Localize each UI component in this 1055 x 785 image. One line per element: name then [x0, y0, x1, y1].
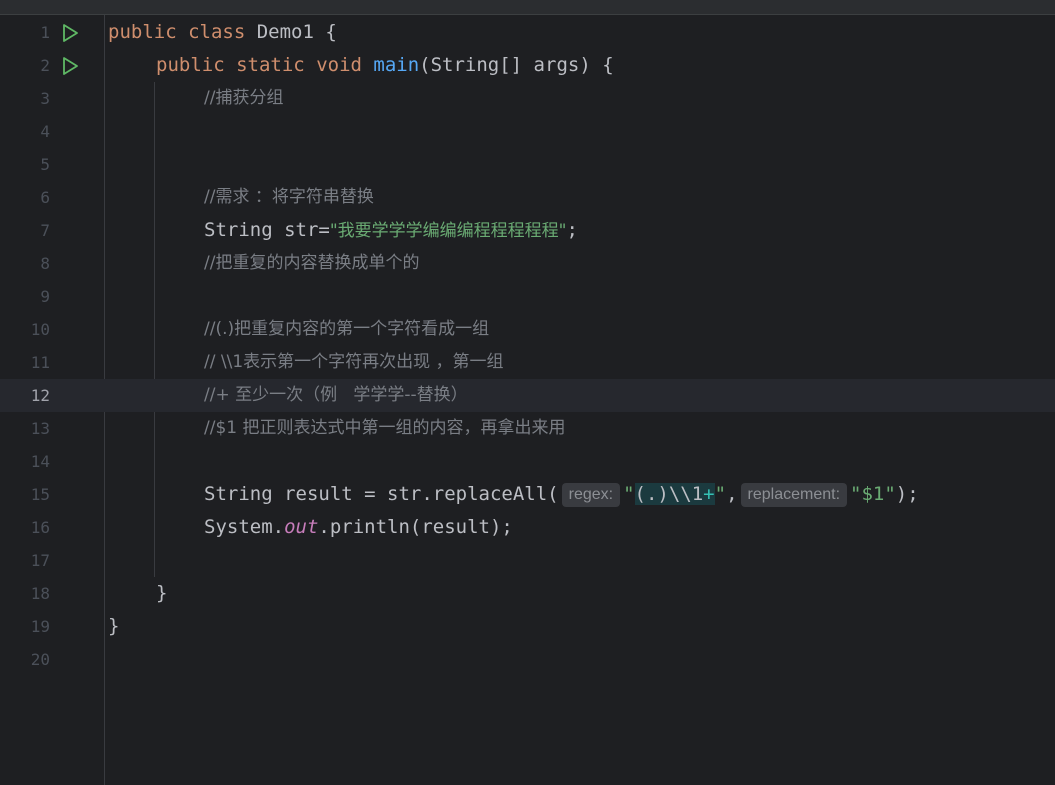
comment[interactable]: // \\1表示第一个字符再次出现 ，第一组: [204, 346, 504, 379]
editor-tab-bar: [0, 0, 1055, 15]
parameter-hint-regex: regex:: [561, 483, 621, 507]
line-number: 6: [40, 188, 50, 207]
parameter-hint-replacement: replacement:: [740, 483, 848, 507]
line-number: 9: [40, 287, 50, 306]
code-line-14[interactable]: 14: [0, 445, 1055, 478]
code-text[interactable]: public static void main(String[] args) {: [156, 49, 614, 82]
code-line-5[interactable]: 5: [0, 148, 1055, 181]
code-line-10[interactable]: 10 //(.)把重复内容的第一个字符看成一组: [0, 313, 1055, 346]
comment[interactable]: //把重复的内容替换成单个的: [204, 247, 419, 280]
code-line-19[interactable]: 19 }: [0, 610, 1055, 643]
line-number: 20: [30, 650, 50, 669]
comment[interactable]: //+ 至少一次（例 学学学--替换）: [204, 379, 468, 412]
line-number: 2: [40, 56, 50, 75]
line-number: 16: [30, 518, 50, 537]
code-text[interactable]: String result = str.replaceAll(regex: "(.…: [204, 478, 919, 511]
code-line-2[interactable]: 2 public static void main(String[] args)…: [0, 49, 1055, 82]
line-number: 12: [30, 386, 50, 405]
closing-brace[interactable]: }: [156, 577, 167, 610]
code-line-16[interactable]: 16 System.out.println(result);: [0, 511, 1055, 544]
line-number: 10: [30, 320, 50, 339]
code-line-6[interactable]: 6 //需求 ：将字符串替换: [0, 181, 1055, 214]
code-line-7[interactable]: 7 String str="我要学学学编编编程程程程程";: [0, 214, 1055, 247]
code-line-9[interactable]: 9: [0, 280, 1055, 313]
run-main-icon[interactable]: [60, 56, 80, 76]
code-line-20[interactable]: 20: [0, 643, 1055, 676]
code-line-4[interactable]: 4: [0, 115, 1055, 148]
line-number: 1: [40, 23, 50, 42]
comment[interactable]: //$1 把正则表达式中第一组的内容，再拿出来用: [204, 412, 566, 445]
line-number: 7: [40, 221, 50, 240]
code-text[interactable]: public class Demo1 {: [108, 16, 337, 49]
line-number: 5: [40, 155, 50, 174]
code-line-3[interactable]: 3 //捕获分组: [0, 82, 1055, 115]
code-line-11[interactable]: 11 // \\1表示第一个字符再次出现 ，第一组: [0, 346, 1055, 379]
line-number: 15: [30, 485, 50, 504]
line-number: 8: [40, 254, 50, 273]
code-line-17[interactable]: 17: [0, 544, 1055, 577]
code-line-8[interactable]: 8 //把重复的内容替换成单个的: [0, 247, 1055, 280]
comment[interactable]: //需求 ：将字符串替换: [204, 181, 374, 214]
line-number: 11: [30, 353, 50, 372]
run-class-icon[interactable]: [60, 23, 80, 43]
line-number: 3: [40, 89, 50, 108]
comment[interactable]: //捕获分组: [204, 82, 283, 115]
code-line-13[interactable]: 13 //$1 把正则表达式中第一组的内容，再拿出来用: [0, 412, 1055, 445]
code-text[interactable]: String str="我要学学学编编编程程程程程";: [204, 214, 578, 248]
comment[interactable]: //(.)把重复内容的第一个字符看成一组: [204, 313, 489, 346]
code-line-1[interactable]: 1 public class Demo1 {: [0, 16, 1055, 49]
code-text[interactable]: System.out.println(result);: [204, 511, 513, 544]
line-number: 4: [40, 122, 50, 141]
closing-brace[interactable]: }: [108, 610, 119, 643]
code-line-12-current[interactable]: 12 //+ 至少一次（例 学学学--替换）: [0, 379, 1055, 412]
line-number: 19: [30, 617, 50, 636]
line-number: 17: [30, 551, 50, 570]
line-number: 18: [30, 584, 50, 603]
code-line-18[interactable]: 18 }: [0, 577, 1055, 610]
line-number: 13: [30, 419, 50, 438]
line-number: 14: [30, 452, 50, 471]
code-line-15[interactable]: 15 String result = str.replaceAll(regex:…: [0, 478, 1055, 511]
regex-fragment[interactable]: (.)\\1+: [634, 483, 715, 505]
